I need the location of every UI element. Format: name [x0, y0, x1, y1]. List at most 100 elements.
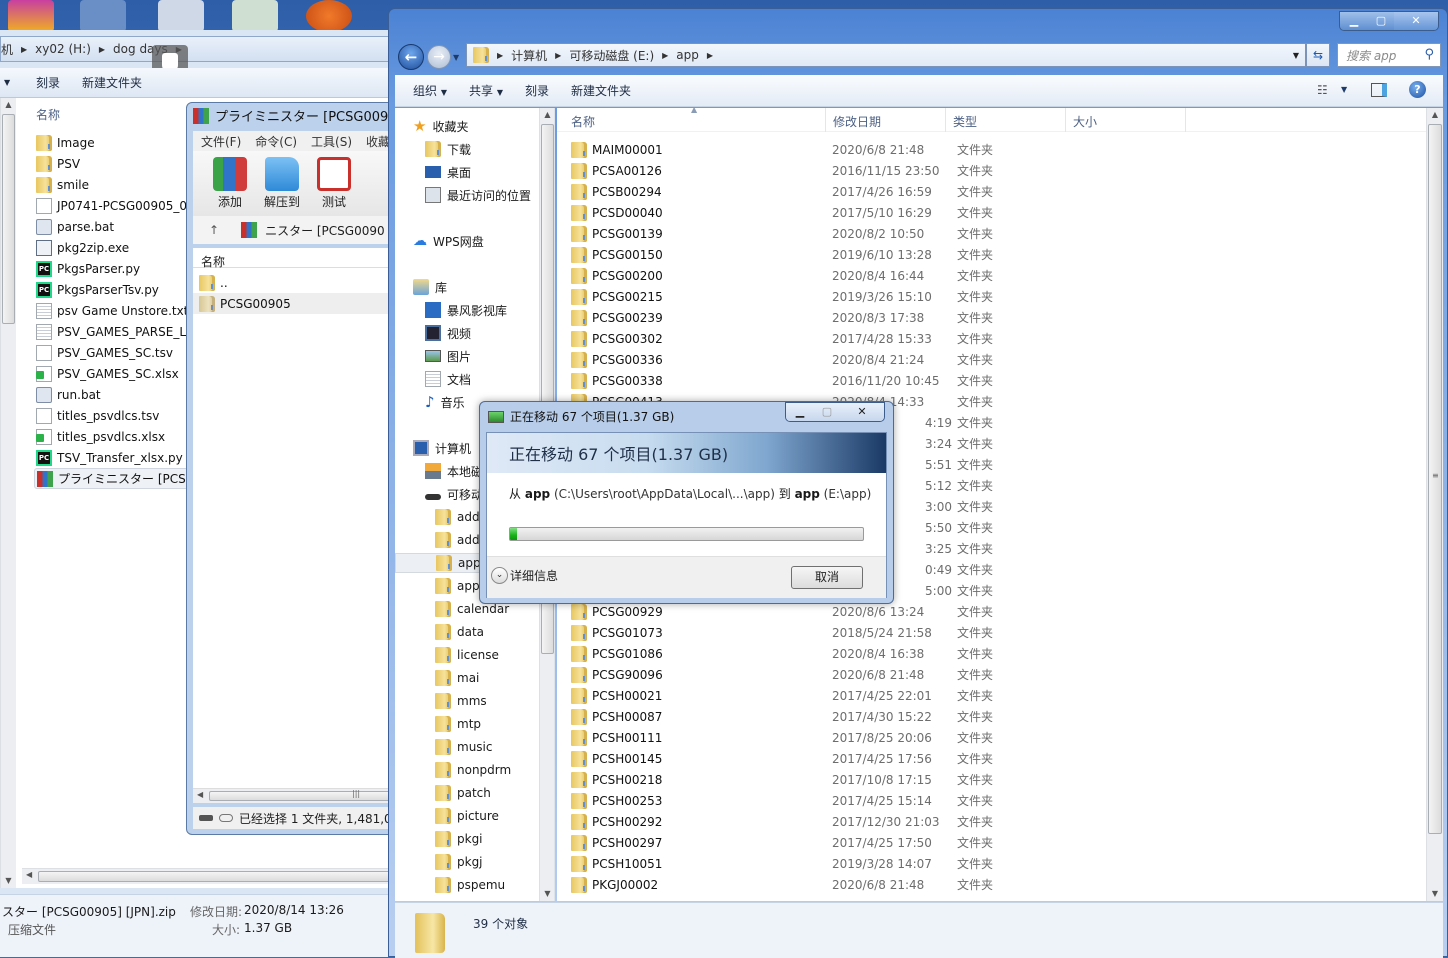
file-list-item[interactable]: pkg2zip.exe	[36, 237, 129, 258]
column-header-name[interactable]: 名称	[193, 248, 393, 269]
nav-documents[interactable]: 文档	[425, 369, 471, 389]
nav-storm-video[interactable]: 暴风影视库	[425, 300, 507, 320]
test-button[interactable]: 测试	[315, 157, 353, 216]
breadcrumb-separator-icon[interactable]: ▶	[707, 51, 713, 60]
breadcrumb-separator-icon[interactable]: ▶	[497, 51, 503, 60]
scrollbar-thumb[interactable]: ≡	[1428, 124, 1442, 834]
table-row[interactable]: PCSG00150 2019/6/10 13:28 文件夹	[571, 244, 1421, 265]
dropdown-icon[interactable]: ▼	[0, 78, 10, 87]
table-row[interactable]: PCSH10051 2019/3/28 14:07 文件夹	[571, 853, 1421, 874]
organize-button[interactable]: 组织 ▼	[405, 82, 461, 99]
table-row[interactable]: PCSG01073 2018/5/24 21:58 文件夹	[571, 622, 1421, 643]
forward-button[interactable]: →	[427, 45, 451, 69]
nav-local-disk[interactable]: 本地磁	[425, 461, 483, 481]
nav-folder[interactable]: add	[435, 507, 480, 527]
nav-wps-cloud[interactable]: ☁ WPS网盘	[413, 231, 484, 251]
file-list-item[interactable]: PSV	[36, 153, 80, 174]
table-row[interactable]: PCSG00239 2020/8/3 17:38 文件夹	[571, 307, 1421, 328]
nav-music[interactable]: ♪ 音乐	[425, 392, 465, 412]
view-dropdown-icon[interactable]: ▼	[1341, 85, 1347, 94]
preview-pane-icon[interactable]	[1371, 83, 1387, 97]
cancel-button[interactable]: 取消	[791, 566, 863, 589]
table-row[interactable]: PCSH00021 2017/4/25 22:01 文件夹	[571, 685, 1421, 706]
file-list-item[interactable]: PC PkgsParserTsv.py	[36, 279, 159, 300]
table-row[interactable]: PCSG00215 2019/3/26 15:10 文件夹	[571, 286, 1421, 307]
nav-folder[interactable]: app	[435, 576, 480, 596]
scrollbar-thumb[interactable]	[2, 114, 15, 324]
desktop-icon[interactable]	[158, 0, 204, 32]
desktop-icon[interactable]	[232, 0, 278, 32]
file-list-item[interactable]: titles_psvdlcs.xlsx	[36, 426, 165, 447]
table-row[interactable]: PCSH00292 2017/12/30 21:03 文件夹	[571, 811, 1421, 832]
source-name-link[interactable]: app	[525, 487, 550, 501]
breadcrumb-item[interactable]: 机	[1, 41, 13, 58]
file-list-item[interactable]: parse.bat	[36, 216, 114, 237]
scrollbar-thumb[interactable]: |||	[209, 789, 393, 801]
table-row[interactable]: PCSA00126 2016/11/15 23:50 文件夹	[571, 160, 1421, 181]
nav-folder[interactable]: mtp	[435, 714, 481, 734]
up-arrow-icon[interactable]: ↑	[209, 223, 219, 237]
column-header-type[interactable]: 类型	[953, 113, 977, 130]
table-row[interactable]: PCSH00145 2017/4/25 17:56 文件夹	[571, 748, 1421, 769]
table-row[interactable]: PKGJ00002 2020/6/8 21:48 文件夹	[571, 874, 1421, 895]
file-list-item[interactable]: titles_psvdlcs.tsv	[36, 405, 159, 426]
burn-button[interactable]: 刻录	[10, 74, 70, 91]
scroll-up-icon[interactable]: ▲	[540, 108, 554, 122]
table-row[interactable]: PCSG00929 2020/8/6 13:24 文件夹	[571, 601, 1421, 622]
nav-folder[interactable]: pkgj	[435, 852, 483, 872]
desktop-icon[interactable]	[8, 0, 54, 32]
destination-name-link[interactable]: app	[795, 487, 820, 501]
nav-folder[interactable]: mai	[435, 668, 479, 688]
winrar-titlebar[interactable]: プライミニスター [PCSG00905	[193, 106, 405, 125]
breadcrumb-separator-icon[interactable]: ▶	[555, 51, 561, 60]
menu-command[interactable]: 命令(C)	[255, 133, 297, 150]
table-row[interactable]: PCSG00338 2016/11/20 10:45 文件夹	[571, 370, 1421, 391]
nav-folder[interactable]: patch	[435, 783, 491, 803]
table-row[interactable]: PCSG90096 2020/6/8 21:48 文件夹	[571, 664, 1421, 685]
table-row[interactable]: PCSG00336 2020/8/4 21:24 文件夹	[571, 349, 1421, 370]
address-dropdown-icon[interactable]: ▼	[1293, 51, 1299, 60]
nav-folder[interactable]: pspemu	[435, 875, 505, 895]
nav-removable-disk[interactable]: 可移动	[425, 484, 483, 504]
menu-tools[interactable]: 工具(S)	[311, 133, 352, 150]
search-input[interactable]: 搜索 app ⚲	[1337, 43, 1441, 67]
maximize-button[interactable]: ▢	[1368, 12, 1394, 30]
winrar-horizontal-scrollbar[interactable]: ◀ |||	[193, 788, 393, 803]
column-header-size[interactable]: 大小	[1073, 113, 1097, 130]
minimize-button[interactable]: ▁	[1340, 12, 1368, 30]
extract-to-button[interactable]: 解压到	[263, 157, 301, 216]
nav-folder[interactable]: nonpdrm	[435, 760, 511, 780]
file-list-item[interactable]: プライミニスター [PCSG	[34, 468, 194, 489]
left-address-bar[interactable]: 机 ▶ xy02 (H:) ▶ dog days ▶	[0, 36, 390, 62]
refresh-button[interactable]: ⇆	[1306, 43, 1330, 67]
nav-folder[interactable]: music	[435, 737, 492, 757]
file-list-item[interactable]: PSV_GAMES_PARSE_LI	[36, 321, 190, 342]
desktop-icon[interactable]	[80, 0, 126, 32]
table-row[interactable]: PCSG00302 2017/4/28 15:33 文件夹	[571, 328, 1421, 349]
table-row[interactable]: PCSH00087 2017/4/30 15:22 文件夹	[571, 706, 1421, 727]
new-folder-button[interactable]: 新建文件夹	[70, 74, 152, 91]
nav-folder[interactable]: license	[435, 645, 499, 665]
share-button[interactable]: 共享 ▼	[461, 82, 517, 99]
breadcrumb-separator-icon[interactable]: ▶	[21, 45, 27, 54]
desktop-icon[interactable]	[306, 0, 352, 32]
close-button[interactable]: ✕	[1394, 12, 1438, 30]
file-list-item[interactable]: PC PkgsParser.py	[36, 258, 140, 279]
winrar-path-bar[interactable]: ↑ ニスター [PCSG0090	[193, 216, 393, 244]
minimize-button[interactable]: ▁	[786, 403, 814, 421]
nav-folder[interactable]: add	[435, 530, 480, 550]
breadcrumb-computer[interactable]: 计算机	[511, 47, 547, 64]
nav-computer[interactable]: 计算机	[413, 438, 471, 458]
main-address-bar[interactable]: ▶ 计算机 ▶ 可移动磁盘 (E:) ▶ app ▶ ▼	[466, 43, 1306, 67]
add-button[interactable]: 添加	[211, 157, 249, 216]
table-row[interactable]: PCSH00218 2017/10/8 17:15 文件夹	[571, 769, 1421, 790]
table-row[interactable]: PCSB00294 2017/4/26 16:59 文件夹	[571, 181, 1421, 202]
table-row[interactable]: PCSH00297 2017/4/25 17:50 文件夹	[571, 832, 1421, 853]
help-icon[interactable]: ?	[1409, 81, 1426, 98]
scroll-up-icon[interactable]: ▲	[1, 98, 16, 112]
column-header-name[interactable]: 名称	[36, 106, 60, 123]
menu-file[interactable]: 文件(F)	[201, 133, 241, 150]
nav-pictures[interactable]: 图片	[425, 346, 471, 366]
scrollbar-thumb[interactable]	[38, 871, 398, 882]
list-item[interactable]: ..	[199, 272, 228, 293]
